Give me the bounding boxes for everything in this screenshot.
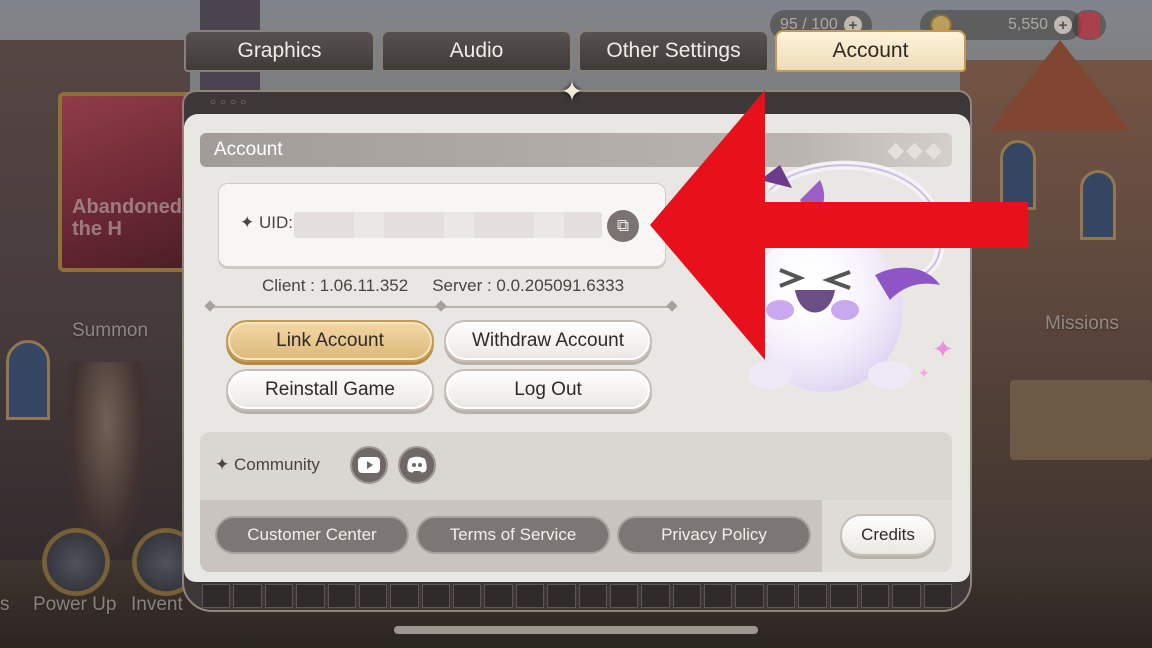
section-title: Account [214, 139, 283, 160]
discord-icon [407, 456, 427, 473]
reinstall-game-button[interactable]: Reinstall Game [226, 369, 434, 411]
privacy-policy-button[interactable]: Privacy Policy [617, 516, 811, 554]
youtube-icon [358, 457, 380, 473]
add-gold-icon[interactable]: + [1054, 16, 1073, 34]
home-indicator [394, 626, 758, 634]
server-version: Server : 0.0.205091.6333 [432, 276, 625, 295]
copy-uid-button[interactable]: ⧉ [607, 210, 639, 242]
credits-button[interactable]: Credits [840, 514, 936, 556]
tab-account[interactable]: Account [775, 30, 966, 72]
gem-icon [1078, 12, 1100, 38]
gem-counter[interactable] [1072, 10, 1106, 40]
red-arrow-annotation [650, 90, 1028, 360]
sparkle-icon: ✦ [560, 76, 584, 107]
discord-button[interactable] [398, 446, 436, 484]
frame-bottom-ornament [184, 582, 970, 610]
tab-graphics[interactable]: Graphics [184, 30, 375, 72]
uid-value-redacted [294, 212, 602, 238]
community-label: ✦ Community [215, 455, 320, 474]
log-out-button[interactable]: Log Out [444, 369, 652, 411]
tab-other-settings[interactable]: Other Settings [578, 30, 769, 72]
uid-label: ✦ UID: [240, 213, 293, 232]
link-account-button[interactable]: Link Account [226, 320, 434, 362]
copy-icon: ⧉ [616, 216, 630, 235]
version-info: Client : 1.06.11.352 Server : 0.0.205091… [262, 276, 624, 296]
terms-of-service-button[interactable]: Terms of Service [416, 516, 610, 554]
svg-text:✦: ✦ [918, 365, 930, 381]
gold-value: 5,550 [1008, 16, 1049, 33]
settings-tabs: Graphics Audio Other Settings Account [184, 30, 970, 72]
youtube-button[interactable] [350, 446, 388, 484]
customer-center-button[interactable]: Customer Center [215, 516, 409, 554]
withdraw-account-button[interactable]: Withdraw Account [444, 320, 652, 362]
client-version: Client : 1.06.11.352 [262, 276, 409, 295]
tab-audio[interactable]: Audio [381, 30, 572, 72]
